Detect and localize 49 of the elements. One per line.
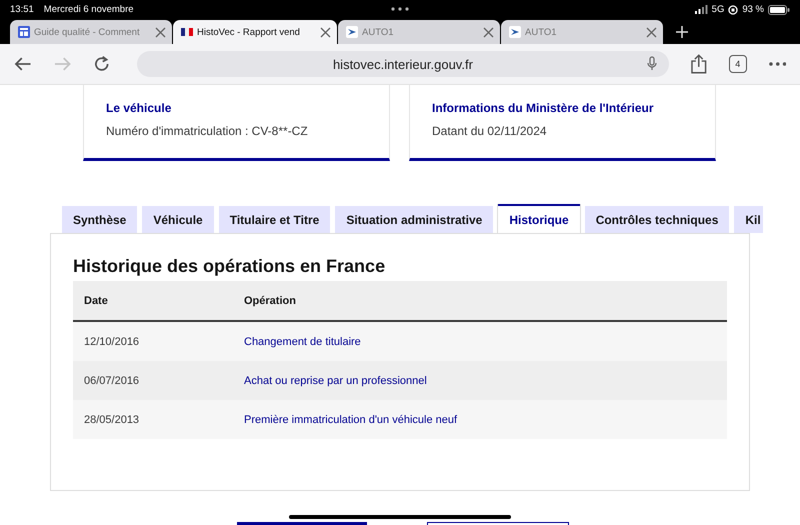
arrow-logo-icon (346, 26, 358, 38)
operation-link[interactable]: Achat ou reprise par un professionnel (244, 374, 427, 386)
more-icon[interactable] (768, 62, 786, 66)
close-icon[interactable] (320, 26, 331, 38)
section-title: Historique des opérations en France (73, 256, 386, 277)
card-title: Informations du Ministère de l'Intérieur (432, 101, 655, 115)
column-header: Date (73, 281, 233, 321)
battery-icon (768, 4, 790, 14)
signal-icon (694, 5, 708, 14)
close-icon[interactable] (483, 26, 494, 38)
clock-time: 13:51 (10, 4, 34, 15)
arrow-logo-icon (509, 26, 521, 38)
tab-title: AUTO1 (525, 26, 558, 38)
tab-count-button[interactable]: 4 (728, 55, 746, 73)
tab-title: AUTO1 (362, 26, 395, 38)
new-tab-icon[interactable] (676, 26, 688, 38)
address-bar[interactable]: histovec.interieur.gouv.fr (136, 51, 670, 77)
microphone-icon[interactable] (647, 56, 658, 71)
tab-title: HistoVec - Rapport vend (197, 26, 301, 38)
status-date: Mercredi 6 novembre (44, 4, 134, 15)
share-icon[interactable] (691, 54, 707, 74)
operation-link[interactable]: Première immatriculation d'un véhicule neuf (244, 414, 458, 426)
page-tab[interactable]: Véhicule (142, 206, 214, 233)
tab-title: Guide qualité - Comment (34, 26, 141, 38)
page-tab[interactable]: Situation administrative (335, 206, 494, 233)
column-header: Opération (233, 281, 727, 321)
table-cell: 12/10/2016 (73, 321, 233, 361)
page-tab[interactable]: Kil (734, 206, 763, 233)
back-arrow-icon[interactable] (14, 56, 32, 72)
reload-icon[interactable] (93, 55, 110, 73)
close-icon[interactable] (155, 26, 166, 38)
table-cell: 28/05/2013 (73, 400, 233, 439)
battery-percent: 93 % (742, 4, 764, 15)
close-icon[interactable] (646, 26, 657, 38)
page-tab[interactable]: Titulaire et Titre (218, 206, 330, 233)
page-tab[interactable]: Historique (498, 204, 580, 233)
operation-link[interactable]: Changement de titulaire (244, 336, 361, 348)
card-title: Le véhicule (106, 101, 172, 115)
network-label: 5G (712, 4, 724, 15)
card-text: Datant du 02/11/2024 (432, 124, 548, 138)
table-cell: 06/07/2016 (73, 361, 233, 400)
document-icon (18, 26, 30, 38)
card-text: Numéro d'immatriculation : CV-8**-CZ (106, 124, 309, 138)
browser-tab[interactable]: HistoVec - Rapport vend (173, 20, 337, 44)
orientation-lock-icon (728, 4, 738, 14)
page-tab[interactable]: Synthèse (62, 206, 138, 233)
page-tab[interactable]: Contrôles techniques (584, 206, 730, 233)
more-dots-icon (391, 7, 409, 11)
flag-icon (181, 28, 193, 36)
